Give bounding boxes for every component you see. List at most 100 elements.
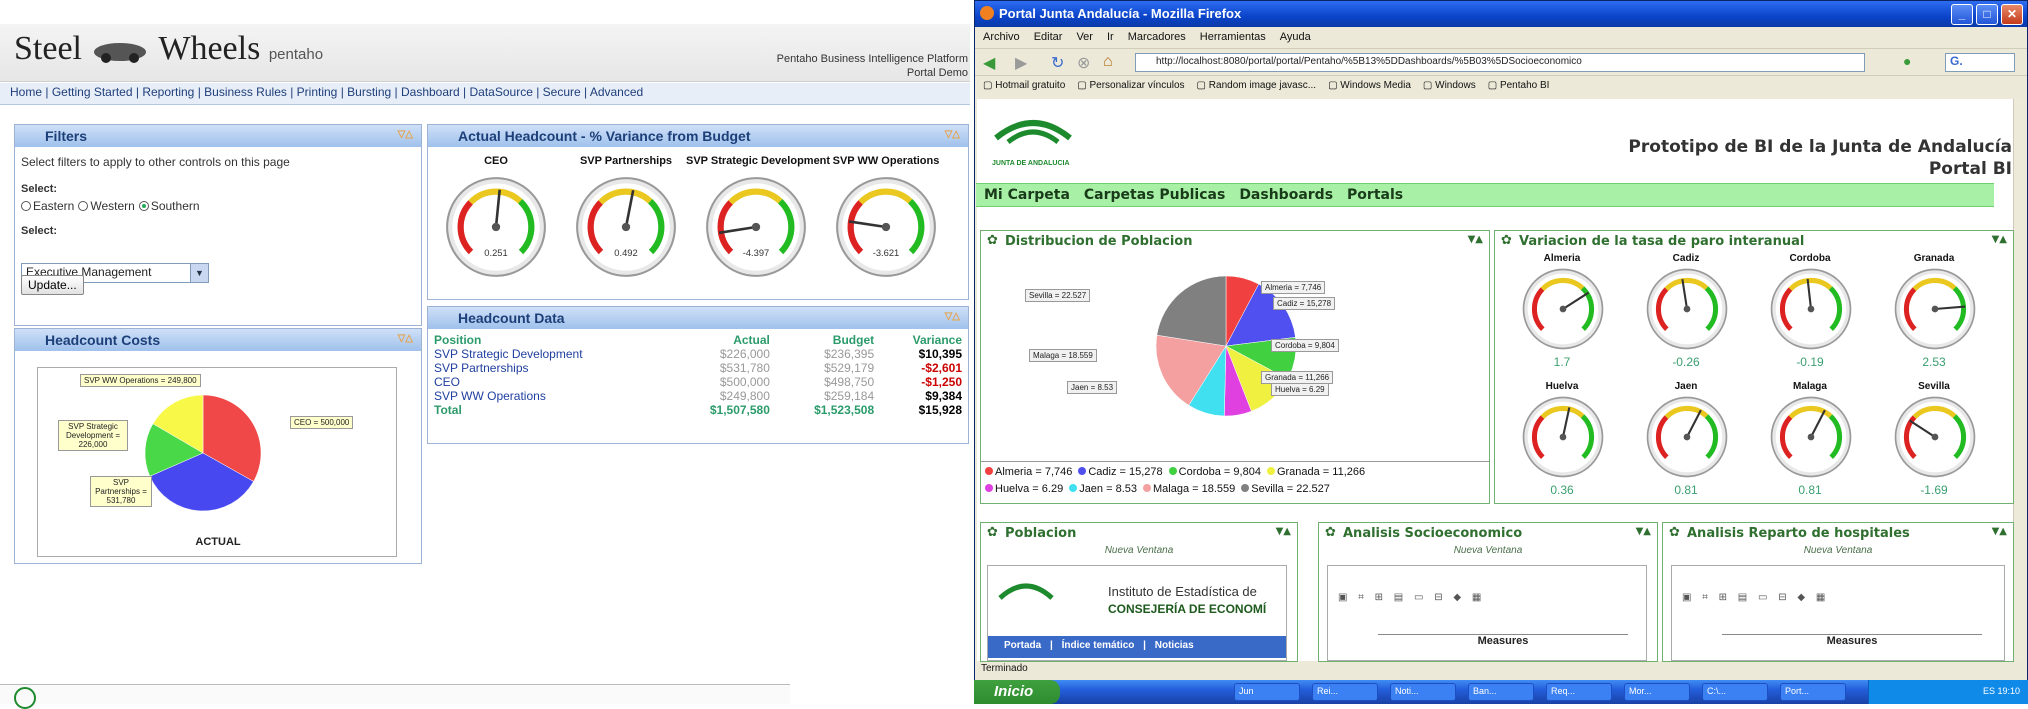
gear-icon[interactable]: ✿ <box>1669 525 1680 540</box>
hospitales-new-window-link[interactable]: Nueva Ventana <box>1663 545 2013 556</box>
table-cell: $236,395 <box>824 347 875 361</box>
bookmark-item[interactable]: ▢ Windows Media <box>1328 80 1411 91</box>
gauge-label: SVP Strategic Development <box>686 155 831 167</box>
socio-new-window-link[interactable]: Nueva Ventana <box>1319 545 1657 556</box>
portal-menu-item-1[interactable]: Carpetas Publicas <box>1084 187 1225 203</box>
nav-link-6[interactable]: Dashboard <box>401 85 460 99</box>
portal-menu-item-2[interactable]: Dashboards <box>1239 187 1333 203</box>
stop-icon[interactable]: ⊗ <box>1077 53 1090 73</box>
close-button[interactable]: ✕ <box>2001 4 2023 25</box>
reload-icon[interactable]: ↻ <box>1051 53 1064 73</box>
table-cell: $1,523,508 <box>814 403 875 417</box>
nav-link-9[interactable]: Advanced <box>590 85 643 99</box>
menu-item-3[interactable]: Ir <box>1107 31 1114 43</box>
bookmark-item[interactable]: ▢ Hotmail gratuito <box>983 80 1065 91</box>
pie-label-ceo: CEO = 500,000 <box>290 416 354 429</box>
background-window-fragment <box>0 684 790 709</box>
headcount-costs-title-bar: Headcount Costs ▽△ <box>15 329 421 351</box>
start-button[interactable]: Inicio <box>974 680 1060 704</box>
table-cell: -$1,250 <box>921 375 962 389</box>
bookmark-item[interactable]: ▢ Personalizar vínculos <box>1077 80 1184 91</box>
nav-link-3[interactable]: Business Rules <box>204 85 287 99</box>
table-cell: $9,384 <box>925 389 962 403</box>
olap-toolbar[interactable]: ▣ ⌗ ⊞ ▤ ▭ ⊟ ◆ ▦ <box>1338 592 1638 608</box>
olap-toolbar[interactable]: ▣ ⌗ ⊞ ▤ ▭ ⊟ ◆ ▦ <box>1682 592 1992 608</box>
nav-link-0[interactable]: Home <box>10 85 42 99</box>
menu-item-0[interactable]: Archivo <box>983 31 1020 43</box>
update-button[interactable]: Update... <box>21 275 84 295</box>
bookmark-item[interactable]: ▢ Random image javasc... <box>1197 80 1317 91</box>
variance-gauges: CEO 0.251 SVP Partnerships 0.492 SVP Strateg… <box>428 155 968 297</box>
minimize-button[interactable]: _ <box>1951 4 1973 25</box>
table-header-cell: Position <box>434 333 482 347</box>
socio-title: Analisis Socioeconomico <box>1343 526 1523 541</box>
bookmark-item[interactable]: ▢ Windows <box>1423 80 1476 91</box>
gauge-hub <box>621 222 631 232</box>
institute-link[interactable]: Índice temático <box>1062 640 1135 651</box>
nav-link-4[interactable]: Printing <box>297 85 338 99</box>
nav-separator: | <box>42 85 52 99</box>
poblacion-new-window-link[interactable]: Nueva Ventana <box>981 545 1297 556</box>
panel-collapse-icon[interactable]: ▽△ <box>398 333 413 344</box>
panel-collapse-icon[interactable]: ▼▲ <box>1636 526 1651 537</box>
taskbar-item[interactable]: Mor... <box>1624 683 1690 701</box>
menu-item-5[interactable]: Herramientas <box>1200 31 1266 43</box>
taskbar-item[interactable]: Noti... <box>1390 683 1456 701</box>
variance-gauge-1: 0.492 <box>576 177 676 277</box>
region-radio-1[interactable]: Western <box>78 199 135 213</box>
gauge-hub <box>1931 305 1939 313</box>
nav-link-7[interactable]: DataSource <box>470 85 533 99</box>
gauge-label: Malaga <box>1793 381 1827 392</box>
paro-gauge-1 <box>1646 268 1728 350</box>
forward-icon[interactable]: ▶ <box>1015 53 1027 73</box>
legend-swatch <box>1069 484 1078 492</box>
institute-link[interactable]: Portada <box>1004 640 1041 651</box>
menu-item-1[interactable]: Editar <box>1034 31 1063 43</box>
nav-link-8[interactable]: Secure <box>543 85 581 99</box>
filters-panel: Filters ▽△ Select filters to apply to oth… <box>14 124 422 326</box>
institute-link[interactable]: Noticias <box>1155 640 1194 651</box>
panel-collapse-icon[interactable]: ▽△ <box>398 129 413 140</box>
taskbar-item[interactable]: C:\... <box>1702 683 1768 701</box>
radio-circle[interactable] <box>21 201 31 211</box>
taskbar-item[interactable]: Rei... <box>1312 683 1378 701</box>
bookmark-label: Random image javasc... <box>1208 80 1317 91</box>
menu-item-4[interactable]: Marcadores <box>1128 31 1186 43</box>
portal-menu-item-3[interactable]: Portals <box>1347 187 1403 203</box>
home-icon[interactable]: ⌂ <box>1103 53 1113 71</box>
taskbar-item[interactable]: Ban... <box>1468 683 1534 701</box>
legend-item: Cadiz = 15,278 <box>1078 466 1163 478</box>
variance-gauge-3: -3.621 <box>836 177 936 277</box>
nav-link-2[interactable]: Reporting <box>142 85 194 99</box>
panel-collapse-icon[interactable]: ▽△ <box>945 129 960 140</box>
taskbar-item[interactable]: Port... <box>1780 683 1846 701</box>
go-icon[interactable]: ● <box>1903 53 1911 69</box>
panel-collapse-icon[interactable]: ▼▲ <box>1992 234 2007 245</box>
taskbar-item[interactable]: Jun <box>1234 683 1300 701</box>
portal-menu-item-0[interactable]: Mi Carpeta <box>984 187 1070 203</box>
gear-icon[interactable]: ✿ <box>987 525 998 540</box>
taskbar-item[interactable]: Req... <box>1546 683 1612 701</box>
address-bar[interactable]: http://localhost:8080/portal/portal/Pent… <box>1135 53 1865 72</box>
region-radio-2[interactable]: Southern <box>138 199 200 213</box>
pie-callout: Huelva = 6.29 <box>1271 383 1329 396</box>
panel-collapse-icon[interactable]: ▼▲ <box>1992 526 2007 537</box>
nav-link-1[interactable]: Getting Started <box>52 85 133 99</box>
gear-icon[interactable]: ✿ <box>1501 233 1512 248</box>
table-row: CEO $500,000 $498,750 -$1,250 <box>430 375 966 389</box>
nav-link-5[interactable]: Bursting <box>347 85 391 99</box>
bookmark-item[interactable]: ▢ Pentaho BI <box>1488 80 1550 91</box>
radio-circle[interactable] <box>78 201 89 211</box>
search-box[interactable]: G. <box>1945 53 2015 72</box>
radio-circle[interactable] <box>138 201 149 211</box>
gear-icon[interactable]: ✿ <box>1325 525 1336 540</box>
panel-collapse-icon[interactable]: ▽△ <box>945 311 960 322</box>
maximize-button[interactable]: □ <box>1976 4 1998 25</box>
menu-item-6[interactable]: Ayuda <box>1280 31 1311 43</box>
back-icon[interactable]: ◀ <box>983 53 995 73</box>
vertical-scrollbar[interactable] <box>2013 99 2027 661</box>
menu-item-2[interactable]: Ver <box>1076 31 1093 43</box>
panel-collapse-icon[interactable]: ▼▲ <box>1276 526 1291 537</box>
chevron-down-icon[interactable]: ▼ <box>190 264 208 282</box>
region-radio-0[interactable]: Eastern <box>21 199 74 213</box>
